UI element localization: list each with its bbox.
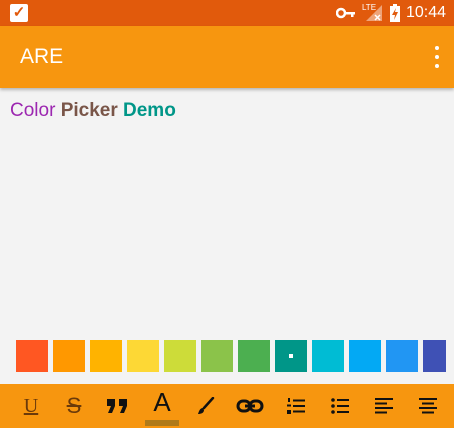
align-left-button[interactable] bbox=[367, 390, 401, 422]
color-swatch[interactable] bbox=[275, 340, 307, 372]
font-color-indicator bbox=[145, 420, 179, 426]
editor-word-color: Color bbox=[10, 100, 56, 121]
vpn-key-icon bbox=[335, 7, 355, 19]
color-swatch[interactable] bbox=[90, 340, 122, 372]
color-swatch[interactable] bbox=[349, 340, 381, 372]
bullet-list-icon bbox=[331, 398, 349, 414]
align-left-icon bbox=[375, 398, 393, 414]
brush-button[interactable] bbox=[189, 390, 223, 422]
quote-icon bbox=[107, 399, 127, 413]
overflow-menu-icon[interactable] bbox=[434, 46, 440, 68]
link-icon bbox=[236, 399, 264, 413]
color-swatch[interactable] bbox=[164, 340, 196, 372]
app-check-icon: ✓ bbox=[10, 4, 28, 22]
color-swatch[interactable] bbox=[312, 340, 344, 372]
app-title: ARE bbox=[20, 45, 64, 68]
font-color-button[interactable]: A bbox=[145, 386, 179, 426]
brush-icon bbox=[198, 397, 215, 414]
align-center-icon bbox=[419, 398, 437, 414]
color-swatch[interactable] bbox=[386, 340, 418, 372]
align-center-button[interactable] bbox=[411, 390, 445, 422]
numbered-list-button[interactable] bbox=[279, 390, 313, 422]
battery-charging-icon bbox=[389, 4, 400, 22]
color-swatch[interactable] bbox=[201, 340, 233, 372]
color-swatch[interactable] bbox=[53, 340, 85, 372]
strikethrough-button[interactable]: S bbox=[57, 390, 91, 422]
editor-word-picker: Picker bbox=[60, 100, 118, 121]
link-button[interactable] bbox=[233, 390, 267, 422]
color-swatch[interactable] bbox=[127, 340, 159, 372]
font-color-icon: A bbox=[153, 386, 171, 417]
underline-button[interactable]: U bbox=[14, 390, 48, 422]
numbered-list-icon bbox=[287, 398, 305, 414]
status-time: 10:44 bbox=[405, 4, 446, 21]
color-swatch[interactable] bbox=[16, 340, 48, 372]
color-swatch[interactable] bbox=[238, 340, 270, 372]
color-palette bbox=[16, 340, 446, 372]
signal-lte-icon: LTE bbox=[362, 3, 384, 23]
strikethrough-icon: S bbox=[66, 393, 82, 418]
bullet-list-button[interactable] bbox=[323, 390, 357, 422]
app-bar: ARE bbox=[0, 26, 454, 88]
editor-word-demo: Demo bbox=[123, 100, 176, 121]
quote-button[interactable] bbox=[101, 390, 135, 422]
color-swatch[interactable] bbox=[423, 340, 446, 372]
underline-icon: U bbox=[23, 394, 39, 417]
formatting-toolbar: U S A bbox=[0, 384, 454, 428]
status-bar: ✓ LTE 10:44 bbox=[0, 0, 454, 26]
editor-content[interactable]: Color Picker Demo bbox=[10, 100, 176, 122]
status-icons: LTE 10:44 bbox=[335, 0, 446, 26]
